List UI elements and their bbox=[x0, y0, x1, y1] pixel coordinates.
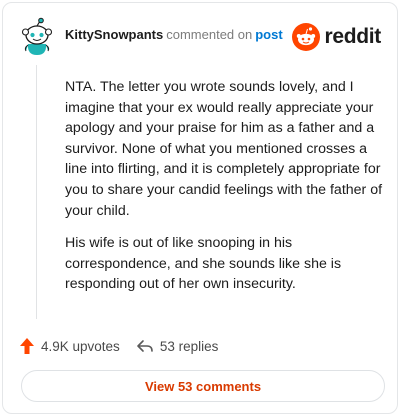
comment-card: KittySnowpants commented on post reddit NT… bbox=[2, 2, 398, 414]
reddit-logo-icon bbox=[292, 23, 321, 51]
view-comments-button[interactable]: View 53 comments bbox=[21, 370, 385, 402]
upvote-button[interactable]: 4.9K upvotes bbox=[19, 337, 120, 355]
thread-line bbox=[36, 65, 37, 319]
reddit-wordmark: reddit bbox=[324, 25, 381, 48]
snoo-avatar-icon[interactable] bbox=[17, 17, 57, 57]
comment-paragraph-1: NTA. The letter you wrote sounds lovely,… bbox=[65, 79, 383, 219]
replies-button[interactable]: 53 replies bbox=[136, 338, 219, 354]
comment-meta: KittySnowpants commented on post bbox=[65, 27, 283, 42]
upvote-arrow-icon bbox=[20, 338, 34, 354]
reply-count: 53 replies bbox=[159, 338, 219, 354]
reddit-brand[interactable]: reddit bbox=[292, 23, 381, 51]
comment-actions: 4.9K upvotes 53 replies bbox=[19, 335, 218, 357]
comment-header: KittySnowpants commented on post reddit bbox=[17, 17, 383, 57]
comment-body: NTA. The letter you wrote sounds lovely,… bbox=[65, 77, 387, 307]
comment-paragraph-2: His wife is out of like snooping in his … bbox=[65, 235, 342, 293]
commented-on-text: commented on bbox=[166, 27, 253, 42]
username-link[interactable]: KittySnowpants bbox=[65, 27, 163, 42]
post-link[interactable]: post bbox=[255, 27, 282, 42]
reply-arrow-icon bbox=[137, 340, 153, 352]
upvote-count: 4.9K upvotes bbox=[41, 338, 120, 354]
